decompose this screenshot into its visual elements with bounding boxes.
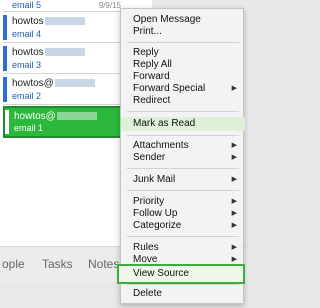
message-subject: email 1	[14, 123, 44, 133]
unread-indicator	[3, 46, 7, 71]
unread-indicator	[5, 110, 9, 134]
mail-window: email 5 9/9/15 howtos email 4 howtos ema…	[0, 0, 248, 308]
message-subject: email 4	[12, 29, 42, 39]
menu-item-attachments[interactable]: Attachments ▶	[121, 140, 245, 152]
menu-separator	[127, 236, 239, 237]
menu-item-label: Move	[133, 254, 158, 265]
menu-item-reply-all[interactable]: Reply All	[121, 59, 245, 71]
message-date: 9/9/15	[98, 1, 121, 10]
submenu-arrow-icon: ▶	[231, 154, 237, 161]
menu-item-redirect[interactable]: Redirect	[121, 95, 245, 107]
message-sender: howtos@	[14, 111, 97, 122]
message-subject: email 3	[12, 60, 42, 70]
submenu-arrow-icon: ▶	[231, 222, 237, 229]
menu-item-follow-up[interactable]: Follow Up ▶	[121, 208, 245, 220]
submenu-arrow-icon: ▶	[231, 256, 237, 263]
message-subject: email 2	[12, 91, 42, 101]
redacted-address	[56, 112, 97, 121]
menu-item-rules[interactable]: Rules ▶	[121, 242, 245, 254]
menu-item-label: Sender	[133, 152, 166, 163]
redacted-address	[54, 79, 95, 88]
menu-item-label: Categorize	[133, 220, 182, 231]
menu-item-priority[interactable]: Priority ▶	[121, 196, 245, 208]
redacted-address	[44, 17, 85, 26]
menu-item-move[interactable]: Move ▶	[121, 254, 245, 266]
message-sender: howtos	[12, 47, 85, 58]
unread-indicator	[3, 15, 7, 40]
menu-separator	[127, 42, 239, 43]
menu-item-print[interactable]: Print...	[121, 26, 245, 38]
menu-item-forward[interactable]: Forward	[121, 71, 245, 83]
menu-separator	[127, 135, 239, 136]
nav-tasks[interactable]: Tasks	[42, 257, 73, 271]
menu-item-label: Priority	[133, 196, 165, 207]
menu-item-forward-special[interactable]: Forward Special ▶	[121, 83, 245, 95]
menu-separator	[127, 284, 239, 285]
menu-item-label: Follow Up	[133, 208, 178, 219]
menu-item-open-message[interactable]: Open Message	[121, 14, 245, 26]
submenu-arrow-icon: ▶	[231, 244, 237, 251]
menu-separator	[127, 168, 239, 169]
submenu-arrow-icon: ▶	[231, 210, 237, 217]
menu-item-junk-mail[interactable]: Junk Mail ▶	[121, 174, 245, 186]
menu-item-reply[interactable]: Reply	[121, 47, 245, 59]
message-sender: howtos@	[12, 78, 95, 89]
menu-item-delete[interactable]: Delete	[121, 288, 245, 300]
message-sender: howtos	[12, 16, 85, 27]
menu-item-mark-as-read[interactable]: Mark as Read	[121, 117, 245, 131]
submenu-arrow-icon: ▶	[231, 176, 237, 183]
unread-indicator	[3, 77, 7, 102]
message-subject: email 5	[12, 0, 42, 10]
nav-people[interactable]: ople	[2, 257, 25, 271]
menu-item-view-source[interactable]: View Source	[117, 264, 245, 284]
submenu-arrow-icon: ▶	[231, 85, 237, 92]
menu-separator	[127, 190, 239, 191]
menu-item-label: Attachments	[133, 140, 189, 151]
submenu-arrow-icon: ▶	[231, 198, 237, 205]
menu-separator	[127, 111, 239, 112]
submenu-arrow-icon: ▶	[231, 142, 237, 149]
menu-item-categorize[interactable]: Categorize ▶	[121, 220, 245, 232]
menu-item-sender[interactable]: Sender ▶	[121, 152, 245, 164]
menu-item-label: Junk Mail	[133, 174, 176, 185]
menu-item-label: Rules	[133, 242, 159, 253]
redacted-address	[44, 48, 85, 57]
context-menu: Open Message Print... Reply Reply All Fo…	[117, 8, 245, 304]
nav-notes[interactable]: Notes	[88, 257, 119, 271]
menu-item-label: Forward Special	[133, 83, 206, 94]
